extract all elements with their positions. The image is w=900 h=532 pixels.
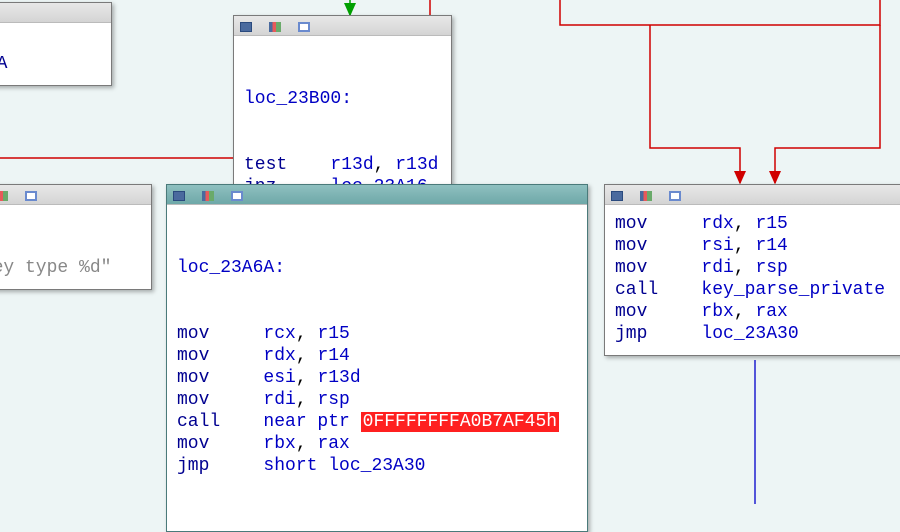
- node-titlebar: [0, 185, 151, 205]
- graph-node-key-parse[interactable]: mov rdx, r15mov rsi, r14mov rdi, rspcall…: [604, 184, 900, 356]
- expand-icon: [669, 191, 681, 201]
- expand-icon: [298, 22, 310, 32]
- node-titlebar: [605, 185, 900, 205]
- chart-icon: [202, 191, 214, 201]
- node-titlebar: [234, 16, 451, 36]
- chart-icon: [269, 22, 281, 32]
- view-icon: [611, 191, 623, 201]
- view-icon: [173, 191, 185, 201]
- graph-node-loc-23a6a[interactable]: loc_23A6A: mov rcx, r15mov rdx, r14mov e…: [166, 184, 588, 532]
- node-body: mov rdx, r15mov rsi, r14mov rdi, rspcall…: [605, 205, 900, 355]
- node-label: loc_23A6A:: [177, 258, 285, 278]
- node-body: " key type %d": [0, 205, 151, 289]
- node-label: loc_23B00:: [244, 89, 352, 109]
- chart-icon: [0, 191, 8, 201]
- expand-icon: [231, 191, 243, 201]
- graph-node-partial-a[interactable]: Ahoc_23A6A: [0, 2, 112, 86]
- node-titlebar: [0, 3, 111, 23]
- node-body: Ahoc_23A6A: [0, 23, 111, 85]
- expand-icon: [25, 191, 37, 201]
- graph-node-partial-c[interactable]: " key type %d": [0, 184, 152, 290]
- node-body: loc_23A6A: mov rcx, r15mov rdx, r14mov e…: [167, 205, 587, 531]
- view-icon: [240, 22, 252, 32]
- chart-icon: [640, 191, 652, 201]
- node-titlebar: [167, 185, 587, 205]
